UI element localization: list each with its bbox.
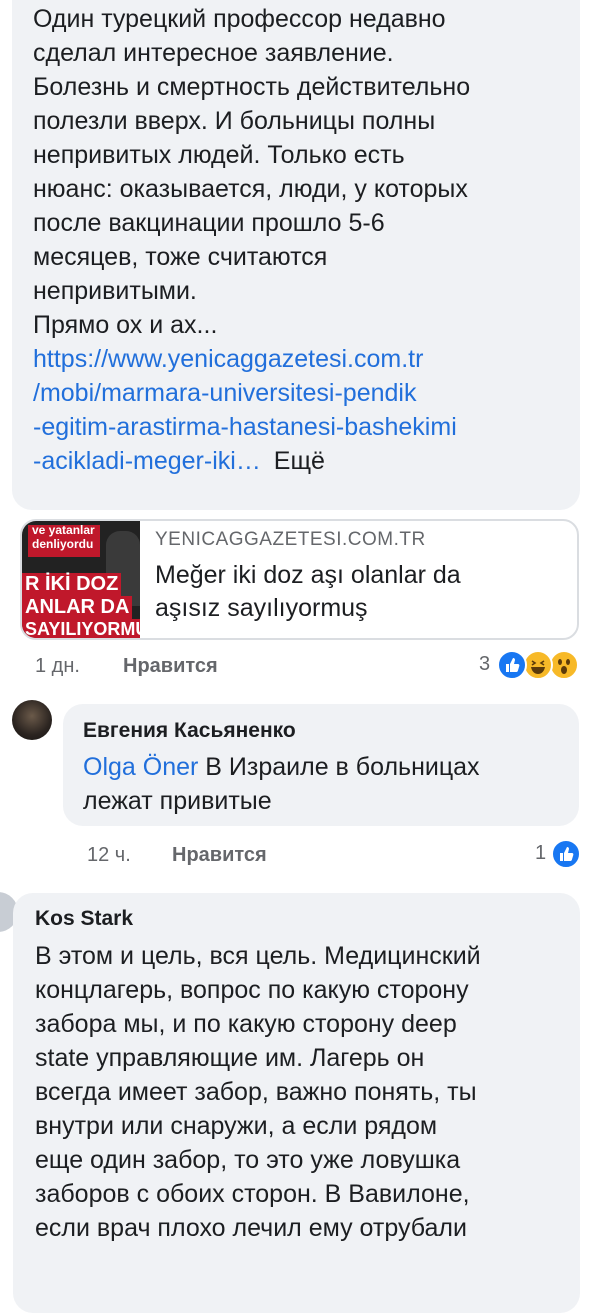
comment-2-line-text: лежат привитые: [83, 787, 272, 815]
see-more-button[interactable]: Ещё: [274, 447, 325, 475]
preview-title: Meğer iki doz aşı olanlar da aşısız sayı…: [155, 559, 461, 625]
like-reaction-icon[interactable]: [551, 839, 581, 869]
thumbnail-text: ve yatanlar: [32, 523, 95, 537]
comment-1-line: непривитыми.: [33, 277, 197, 305]
thumbnail-text: R İKİ DOZ: [22, 573, 122, 596]
comment-3-text: В этом и цель, вся цель. Медицинский кон…: [35, 939, 580, 1245]
comment-1-line: сделал интересное заявление.: [33, 39, 394, 67]
mention-link[interactable]: Olga Öner: [83, 753, 198, 781]
comment-3-line: state управляющие им. Лагерь он: [35, 1044, 425, 1072]
comment-1-reaction-count[interactable]: 3: [479, 653, 490, 676]
thumbnail-text: SAYILIYORMU: [22, 619, 140, 638]
link-line[interactable]: -acikladi-meger-iki…: [33, 447, 261, 475]
comment-2-text: Olga Öner В Израиле в больницах лежат пр…: [83, 750, 573, 818]
comment-1-line: полезли вверх. И больницы полны: [33, 107, 436, 135]
link-line[interactable]: /mobi/marmara-universitesi-pendik: [33, 376, 578, 410]
comment-2-author[interactable]: Евгения Касьяненко: [83, 717, 296, 745]
comment-3-line: всегда имеет забор, важно понять, ты: [35, 1078, 477, 1106]
comment-3-line: внутри или снаружи, а если рядом: [35, 1112, 438, 1140]
link-last-row: -acikladi-meger-iki… Ещё: [33, 444, 578, 478]
preview-title-line: aşısız sayılıyormuş: [155, 594, 368, 622]
comment-1-line: нюанс: оказывается, люди, у которых: [33, 175, 468, 203]
haha-reaction-icon[interactable]: [523, 650, 553, 680]
comment-1-text: Один турецкий профессор недавно сделал и…: [33, 2, 578, 478]
comment-3-author[interactable]: Kos Stark: [35, 905, 133, 933]
comment-3-line: заборов с обоих сторон. В Вавилоне,: [35, 1180, 470, 1208]
comment-1-line: непривитых людей. Только есть: [33, 141, 405, 169]
comment-2-reaction-count[interactable]: 1: [535, 842, 546, 865]
comment-2-time[interactable]: 12 ч.: [87, 844, 131, 867]
comment-3-line: еще один забор, то это уже ловушка: [35, 1146, 461, 1174]
comment-1-line: Болезнь и смертность действительно: [33, 73, 471, 101]
comment-1-line: после вакцинации прошло 5-6: [33, 209, 385, 237]
comment-3-line: забора мы, и по какую сторону deep: [35, 1010, 457, 1038]
wow-reaction-icon[interactable]: [549, 650, 579, 680]
comment-3-line: если врач плохо лечил ему отрубали: [35, 1214, 467, 1242]
comment-3-line: концлагерь, вопрос по какую сторону: [35, 976, 469, 1004]
comment-1-line: Прямо ох и ах...: [33, 311, 218, 339]
preview-title-line: Meğer iki doz aşı olanlar da: [155, 561, 461, 589]
thumbnail-text: denliyordu: [32, 537, 94, 551]
link-line[interactable]: -egitim-arastirma-hastanesi-bashekimi: [33, 410, 578, 444]
comment-1-time[interactable]: 1 дн.: [35, 655, 80, 678]
comment-2-like-button[interactable]: Нравится: [172, 844, 267, 867]
comment-3-line: В этом и цель, вся цель. Медицинский: [35, 942, 481, 970]
like-reaction-icon[interactable]: [497, 650, 527, 680]
comment-2-line-text: В Израиле в больницах: [198, 753, 480, 781]
thumbnail-text: ANLAR DA: [22, 596, 133, 619]
preview-domain: YENICAGGAZETESI.COM.TR: [155, 529, 426, 550]
link-preview-card[interactable]: ve yatanlar denliyordu R İKİ DOZ ANLAR D…: [20, 519, 579, 640]
comment-1-line: Один турецкий профессор недавно: [33, 5, 446, 33]
comment-1-link[interactable]: https://www.yenicaggazetesi.com.tr /mobi…: [33, 342, 578, 478]
comment-1-like-button[interactable]: Нравится: [123, 655, 218, 678]
link-line[interactable]: https://www.yenicaggazetesi.com.tr: [33, 342, 578, 376]
comment-1-line: месяцев, тоже считаются: [33, 243, 328, 271]
comment-2-line: Olga Öner В Израиле в больницах: [83, 750, 573, 784]
preview-thumbnail: ve yatanlar denliyordu R İKİ DOZ ANLAR D…: [22, 521, 140, 638]
avatar[interactable]: [12, 700, 52, 740]
